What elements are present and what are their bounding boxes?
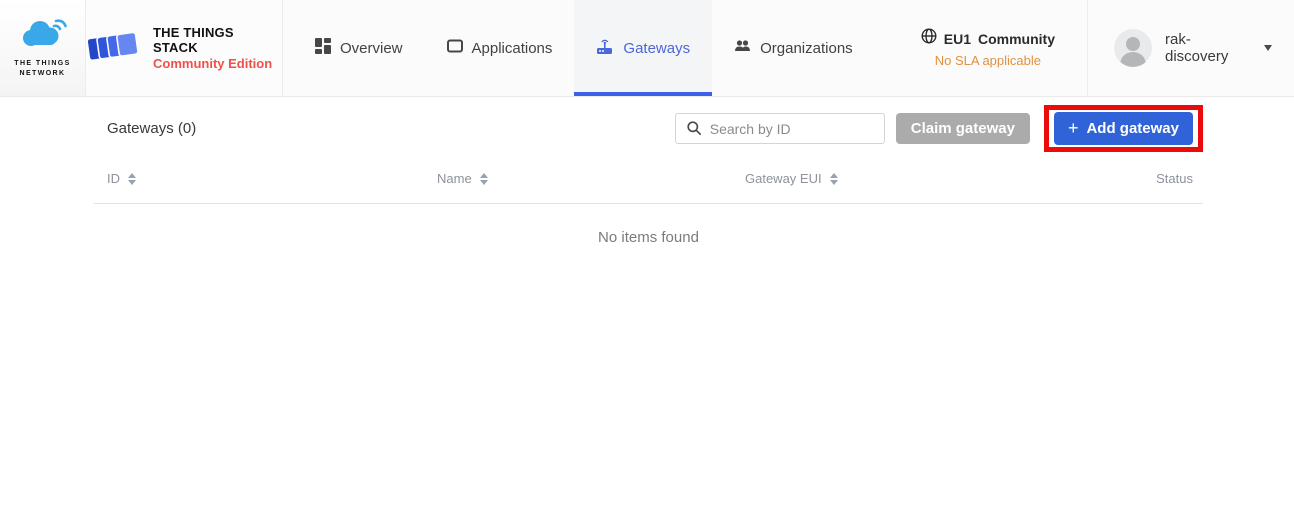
cluster-id: EU1 <box>943 30 971 47</box>
tts-subtitle: Community Edition <box>153 56 273 71</box>
column-header-name[interactable]: Name <box>437 171 488 186</box>
column-header-id[interactable]: ID <box>107 171 136 186</box>
tab-organizations[interactable]: Organizations <box>712 0 875 96</box>
gateway-router-icon <box>596 38 614 59</box>
chevron-down-icon <box>1264 45 1272 51</box>
tab-overview-label: Overview <box>340 39 403 57</box>
cluster-name: Community <box>978 30 1055 47</box>
user-name: rak-discovery <box>1165 31 1229 65</box>
cluster-info[interactable]: EU1 Community No SLA applicable <box>921 0 1055 96</box>
top-header: THE THINGS NETWORK THE THINGS STACK Comm… <box>0 0 1294 97</box>
main-nav: Overview Applications Gateways Organizat… <box>293 0 875 96</box>
tts-flags-icon <box>86 28 144 69</box>
tab-applications[interactable]: Applications <box>425 0 575 96</box>
avatar <box>1114 29 1152 67</box>
column-header-gateway-eui[interactable]: Gateway EUI <box>745 171 838 186</box>
cluster-row: EU1 Community <box>921 28 1055 49</box>
plus-icon: + <box>1067 117 1079 138</box>
search-icon <box>686 120 702 141</box>
column-header-status: Status <box>1156 171 1193 186</box>
tab-organizations-label: Organizations <box>760 39 853 57</box>
claim-gateway-button[interactable]: Claim gateway <box>895 113 1030 144</box>
empty-state-message: No items found <box>598 229 699 246</box>
applications-icon <box>446 38 463 58</box>
tts-title: THE THINGS STACK <box>153 25 234 55</box>
search-box <box>674 113 885 144</box>
globe-icon <box>921 28 937 49</box>
tts-logo[interactable]: THE THINGS STACK Community Edition <box>86 0 283 96</box>
tab-applications-label: Applications <box>471 39 553 57</box>
header-right: EU1 Community No SLA applicable rak-disc… <box>921 0 1294 96</box>
add-gateway-button[interactable]: + Add gateway <box>1053 112 1193 145</box>
sort-icon[interactable] <box>128 172 136 185</box>
column-id-label: ID <box>107 171 120 186</box>
cluster-sla-note: No SLA applicable <box>934 53 1041 68</box>
ttn-cloud-icon <box>18 17 68 56</box>
tab-gateways-label: Gateways <box>623 39 691 57</box>
tab-overview[interactable]: Overview <box>293 0 425 96</box>
ttn-logo-text: THE THINGS NETWORK <box>14 59 71 78</box>
column-status-label: Status <box>1156 171 1193 186</box>
page-toolbar: Gateways (0) Claim gateway + Add gateway <box>94 105 1203 152</box>
organizations-people-icon <box>734 39 751 58</box>
tab-gateways[interactable]: Gateways <box>574 0 713 96</box>
sort-icon[interactable] <box>829 172 838 185</box>
column-eui-label: Gateway EUI <box>745 171 822 186</box>
overview-grid-icon <box>315 38 331 58</box>
tts-logo-text: THE THINGS STACK Community Edition <box>153 25 282 71</box>
gateways-table-header: ID Name Gateway EUI Status <box>94 152 1203 204</box>
add-gateway-label: Add gateway <box>1086 120 1179 137</box>
gateways-page: Gateways (0) Claim gateway + Add gateway <box>94 105 1203 246</box>
annotation-highlight-box: + Add gateway <box>1043 105 1203 152</box>
user-menu[interactable]: rak-discovery <box>1087 0 1294 96</box>
ttn-logo[interactable]: THE THINGS NETWORK <box>0 0 86 96</box>
search-input[interactable] <box>674 113 885 144</box>
column-name-label: Name <box>437 171 472 186</box>
toolbar-actions: Claim gateway + Add gateway <box>674 105 1203 152</box>
page-title: Gateways (0) <box>107 120 197 137</box>
sort-icon[interactable] <box>479 172 488 185</box>
